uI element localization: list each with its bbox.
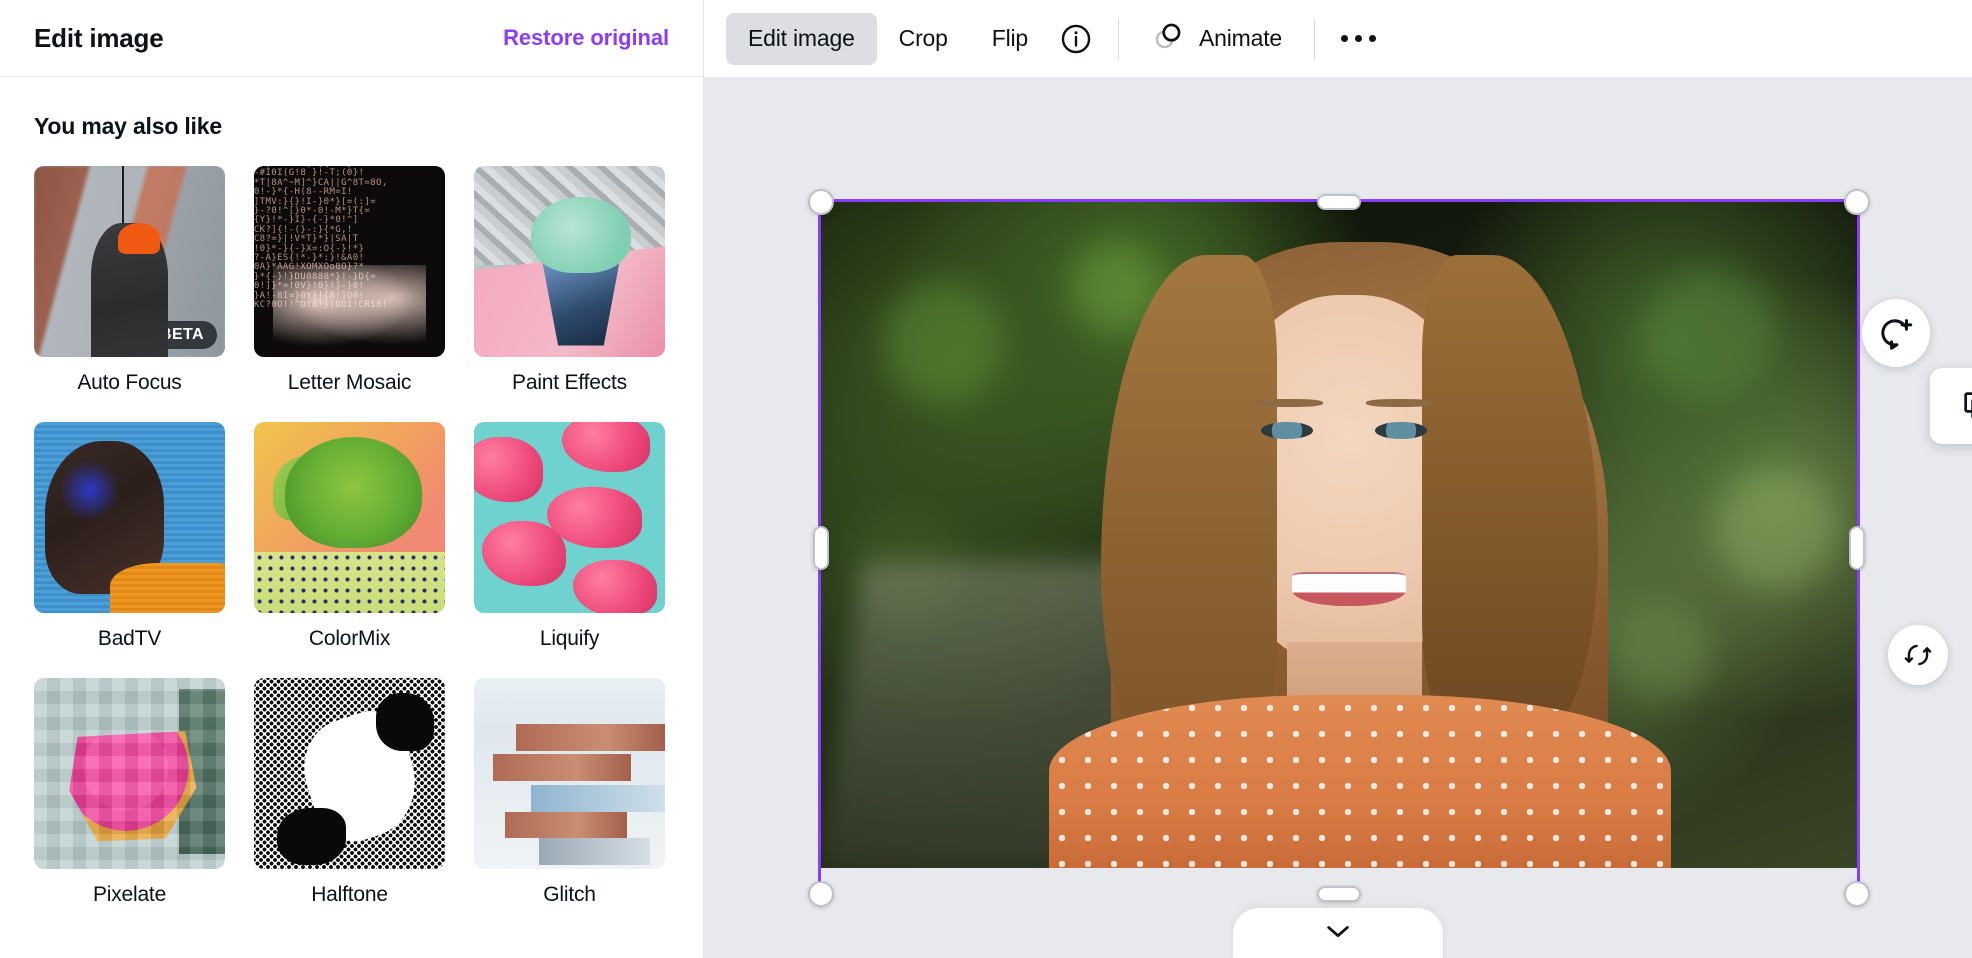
halftone-thumb[interactable] xyxy=(254,678,445,869)
chevron-down-icon xyxy=(1324,922,1352,945)
thumb-art xyxy=(118,223,161,254)
rotate-icon[interactable] xyxy=(1888,625,1948,685)
thumb-art xyxy=(531,196,631,273)
effect-label: Liquify xyxy=(539,627,600,650)
effect-label: Glitch xyxy=(543,883,596,906)
resize-handle-right[interactable] xyxy=(1849,526,1865,570)
panel-body: You may also like BETA Auto Focus O]1[-X… xyxy=(0,77,703,958)
resize-handle-bottom[interactable] xyxy=(1317,886,1361,902)
thumb-art xyxy=(60,456,119,526)
thumb-art xyxy=(276,807,346,866)
eye xyxy=(1375,421,1428,440)
overlapping-circles-icon xyxy=(1151,19,1185,58)
thumb-art xyxy=(110,563,225,613)
toolbar-divider xyxy=(1118,18,1119,59)
thumb-art xyxy=(254,551,445,613)
restore-original-link[interactable]: Restore original xyxy=(503,25,669,51)
thumb-art: O]1[-XTO-o]!]{I0o}?0A-#I0I(G!8 }!-T;(0}!… xyxy=(254,166,388,311)
effect-label: ColorMix xyxy=(308,627,391,650)
effects-side-panel: Edit image Restore original You may also… xyxy=(0,0,704,958)
glitch-thumb[interactable] xyxy=(474,678,665,869)
thumb-art xyxy=(493,754,631,782)
resize-handle-left[interactable] xyxy=(813,526,829,570)
eye xyxy=(1261,421,1314,440)
collapse-panel-button[interactable] xyxy=(1233,908,1443,958)
effect-card-paint-effects[interactable]: Paint Effects xyxy=(474,166,665,395)
thumb-art xyxy=(538,838,650,866)
paint-effects-thumb[interactable] xyxy=(474,166,665,357)
liquify-thumb[interactable] xyxy=(474,422,665,613)
page-title: Edit image xyxy=(34,22,164,53)
resize-handle-top-left[interactable] xyxy=(808,189,834,215)
thumb-art xyxy=(516,723,665,751)
letter-mosaic-thumb[interactable]: O]1[-XTO-o]!]{I0o}?0A-#I0I(G!8 }!-T;(0}!… xyxy=(254,166,445,357)
resize-handle-top[interactable] xyxy=(1317,194,1361,210)
tab-edit-image[interactable]: Edit image xyxy=(726,12,877,65)
design-stage[interactable] xyxy=(704,77,1972,958)
effect-label: Letter Mosaic xyxy=(287,371,412,394)
section-title: You may also like xyxy=(34,113,222,139)
effect-label: BadTV xyxy=(97,627,162,650)
thumb-art xyxy=(34,678,225,869)
effect-card-liquify[interactable]: Liquify xyxy=(474,422,665,651)
thumb-art xyxy=(504,811,627,839)
animate-button[interactable]: Animate xyxy=(1135,13,1298,65)
toolbar-more-icon[interactable] xyxy=(1331,13,1387,65)
ellipsis-dot xyxy=(1355,35,1363,42)
mouth xyxy=(1292,571,1407,607)
tab-crop[interactable]: Crop xyxy=(877,13,970,65)
thumb-art xyxy=(531,784,665,812)
animate-label: Animate xyxy=(1199,25,1282,51)
info-circle-icon[interactable] xyxy=(1050,13,1102,65)
pixelate-thumb[interactable] xyxy=(34,678,225,869)
effect-card-halftone[interactable]: Halftone xyxy=(254,678,445,907)
element-context-toolbar xyxy=(1930,368,1972,444)
ellipsis-dot xyxy=(1341,35,1349,42)
thumb-art xyxy=(376,693,434,751)
effect-label: Paint Effects xyxy=(512,371,627,394)
eyebrow xyxy=(1256,399,1324,408)
effect-card-badtv[interactable]: BadTV xyxy=(34,422,225,651)
selected-image-element[interactable] xyxy=(808,189,1870,958)
thumb-art xyxy=(474,437,543,503)
effect-card-glitch[interactable]: Glitch xyxy=(474,678,665,907)
effect-label: Halftone xyxy=(311,883,388,906)
add-comment-icon[interactable] xyxy=(1862,299,1930,367)
ellipsis-dot xyxy=(1369,35,1377,42)
effect-card-colormix[interactable]: ColorMix xyxy=(254,422,445,651)
object-toolbar: Edit image Crop Flip Animate xyxy=(704,0,1972,77)
photo-content xyxy=(821,202,1857,868)
thumb-art xyxy=(284,437,423,549)
resize-handle-top-right[interactable] xyxy=(1844,189,1870,215)
auto-focus-thumb[interactable]: BETA xyxy=(34,166,225,357)
effect-card-letter-mosaic[interactable]: O]1[-XTO-o]!]{I0o}?0A-#I0I(G!8 }!-T;(0}!… xyxy=(254,166,445,395)
effect-label: Auto Focus xyxy=(77,371,182,394)
resize-handle-bottom-left[interactable] xyxy=(808,881,834,907)
shirt xyxy=(1048,694,1671,868)
thumb-art xyxy=(481,521,566,587)
effect-card-auto-focus[interactable]: BETA Auto Focus xyxy=(34,166,225,395)
effect-card-pixelate[interactable]: Pixelate xyxy=(34,678,225,907)
resize-handle-bottom-right[interactable] xyxy=(1844,881,1870,907)
badtv-thumb[interactable] xyxy=(34,422,225,613)
panel-header: Edit image Restore original xyxy=(0,0,703,77)
eyebrow xyxy=(1365,399,1434,408)
effects-grid: BETA Auto Focus O]1[-XTO-o]!]{I0o}?0A-#I… xyxy=(34,166,669,907)
hair xyxy=(1421,255,1598,749)
tab-flip[interactable]: Flip xyxy=(970,13,1050,65)
colormix-thumb[interactable] xyxy=(254,422,445,613)
portrait-subject xyxy=(821,202,1857,868)
thumb-art xyxy=(573,559,658,613)
toolbar-divider xyxy=(1313,18,1315,59)
thumb-art xyxy=(561,422,650,472)
duplicate-icon[interactable] xyxy=(1950,378,1972,434)
effect-label: Pixelate xyxy=(92,883,167,906)
canvas-area: Edit image Crop Flip Animate xyxy=(704,0,1972,958)
app-root: Edit image Restore original You may also… xyxy=(0,0,1972,958)
